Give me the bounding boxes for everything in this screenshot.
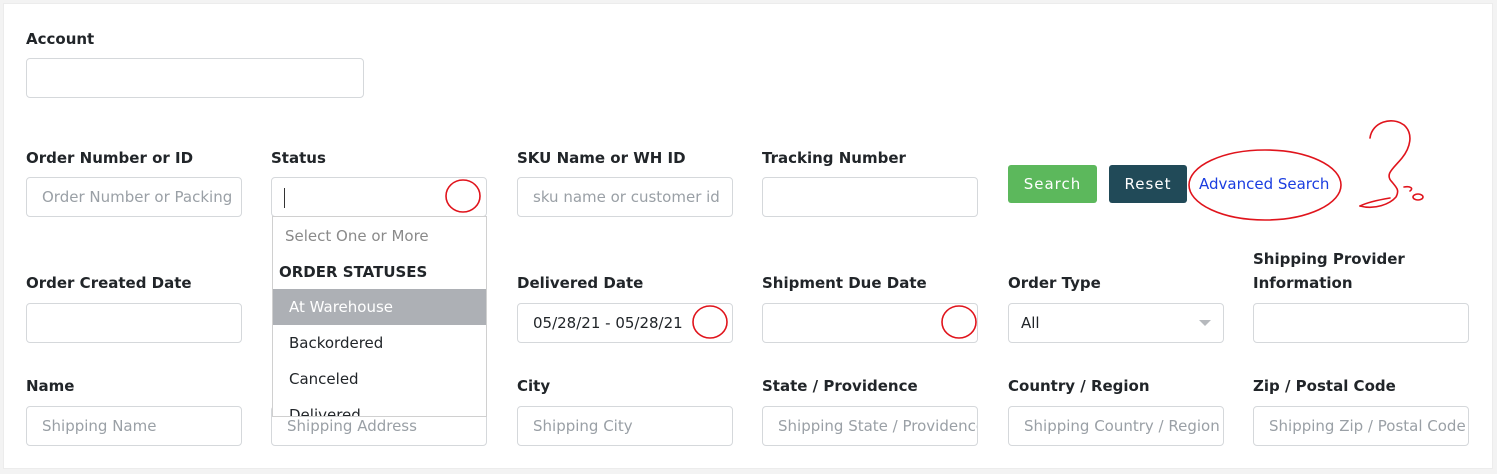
dropdown-option-canceled[interactable]: Canceled [273, 361, 486, 397]
dropdown-group-header: ORDER STATUSES [279, 263, 428, 281]
name-label: Name [26, 377, 75, 395]
country-label: Country / Region [1008, 377, 1150, 395]
zip-label: Zip / Postal Code [1253, 377, 1396, 395]
dropdown-option-delivered[interactable]: Delivered [273, 397, 486, 416]
city-label: City [517, 377, 551, 395]
shipping-provider-label: Shipping Provider Information [1253, 250, 1405, 292]
sku-placeholder: sku name or customer id [533, 188, 720, 206]
shipping-country-placeholder: Shipping Country / Region [1024, 417, 1220, 435]
text-cursor [284, 187, 285, 208]
order-number-input[interactable]: Order Number or Packing [26, 177, 242, 217]
account-label: Account [26, 30, 95, 48]
order-number-placeholder: Order Number or Packing [42, 188, 233, 206]
status-label: Status [271, 149, 326, 167]
dropdown-arrow-icon [1199, 320, 1211, 326]
order-type-select[interactable]: All [1008, 303, 1224, 343]
account-input[interactable] [26, 58, 364, 98]
shipping-city-placeholder: Shipping City [533, 417, 633, 435]
tracking-number-label: Tracking Number [762, 149, 906, 167]
delivered-date-input[interactable]: 05/28/21 - 05/28/21 [517, 303, 733, 343]
order-created-date-input[interactable] [26, 303, 242, 343]
delivered-date-label: Delivered Date [517, 274, 644, 292]
order-created-date-label: Order Created Date [26, 274, 192, 292]
order-number-label: Order Number or ID [26, 149, 194, 167]
dropdown-option-backordered[interactable]: Backordered [273, 325, 486, 361]
tracking-number-input[interactable] [762, 177, 978, 217]
shipment-due-date-label: Shipment Due Date [762, 274, 927, 292]
sku-input[interactable]: sku name or customer id [517, 177, 733, 217]
search-button[interactable]: Search [1008, 165, 1097, 203]
dropdown-placeholder: Select One or More [285, 227, 429, 245]
shipping-name-placeholder: Shipping Name [42, 417, 157, 435]
shipping-state-placeholder: Shipping State / Providence [778, 417, 978, 435]
dropdown-option-at-warehouse[interactable]: At Warehouse [273, 289, 486, 325]
advanced-search-link[interactable]: Advanced Search [1199, 172, 1329, 196]
shipping-address-placeholder: Shipping Address [287, 417, 417, 435]
shipment-due-date-input[interactable] [762, 303, 978, 343]
state-label: State / Providence [762, 377, 918, 395]
shipping-zip-placeholder: Shipping Zip / Postal Code [1269, 417, 1466, 435]
sku-label: SKU Name or WH ID [517, 149, 686, 167]
shipping-provider-input[interactable] [1253, 303, 1469, 343]
shipping-state-input[interactable]: Shipping State / Providence [762, 406, 978, 446]
status-multiselect-input[interactable] [271, 177, 487, 217]
status-dropdown-menu: Select One or More ORDER STATUSES At War… [272, 216, 487, 417]
shipping-country-input[interactable]: Shipping Country / Region [1008, 406, 1224, 446]
shipping-zip-input[interactable]: Shipping Zip / Postal Code [1253, 406, 1469, 446]
order-type-label: Order Type [1008, 274, 1101, 292]
reset-button[interactable]: Reset [1109, 165, 1187, 203]
shipping-name-input[interactable]: Shipping Name [26, 406, 242, 446]
shipping-city-input[interactable]: Shipping City [517, 406, 733, 446]
